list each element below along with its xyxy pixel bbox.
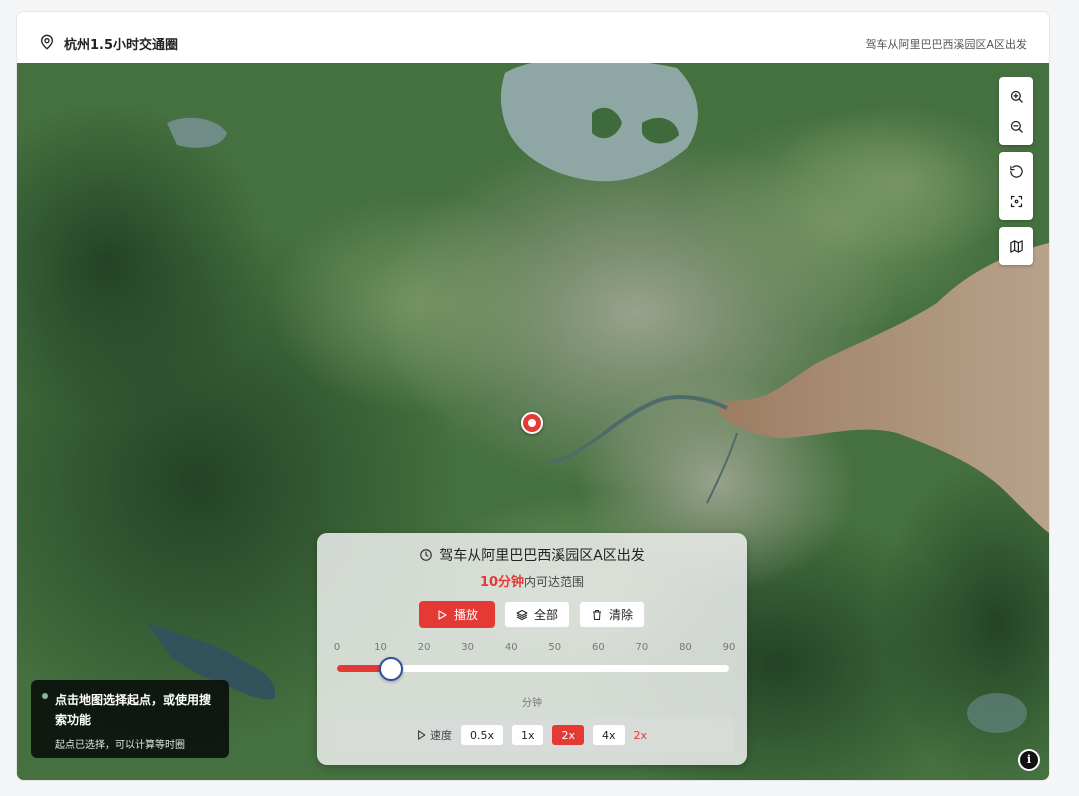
range-highlight: 10分钟 — [479, 575, 525, 590]
play-button-label: 播放 — [453, 608, 478, 622]
locate-icon — [1010, 195, 1022, 207]
speed-option-0.5x[interactable]: 0.5x — [460, 725, 503, 745]
map-layer-button[interactable] — [1002, 232, 1030, 260]
action-buttons: 播放 全部 清除 — [317, 601, 747, 628]
zoom-in-icon — [1010, 90, 1023, 103]
slider-tick-label: 80 — [679, 642, 692, 653]
hint-main: 点击地图选择起点，或使用搜索功能 — [55, 693, 212, 727]
info-icon: i — [1020, 751, 1038, 769]
layer-controls — [999, 227, 1033, 265]
map-pin-icon — [41, 34, 53, 50]
slider-tick-label: 40 — [504, 642, 518, 653]
show-all-button[interactable]: 全部 — [503, 601, 570, 628]
slider-tick-label: 10 — [374, 642, 387, 653]
header: 杭州1.5小时交通圈 驾车从阿里巴巴西溪园区A区出发 — [17, 12, 1049, 64]
origin-subtitle: 驾车从阿里巴巴西溪园区A区出发 — [865, 38, 1027, 51]
reset-button[interactable] — [1002, 157, 1030, 185]
view-controls — [999, 152, 1033, 220]
speed-option-1x[interactable]: 1x — [511, 725, 544, 745]
hint-tooltip: 点击地图选择起点，或使用搜索功能 起点已选择，可以计算等时圈 — [31, 680, 229, 758]
zoom-out-button[interactable] — [1002, 112, 1030, 140]
speed-label: 速度 — [417, 727, 452, 743]
slider-ticks: 0 10 20 30 40 50 60 70 80 90 — [333, 642, 736, 656]
map-icon — [1009, 239, 1023, 253]
app-card: 杭州1.5小时交通圈 驾车从阿里巴巴西溪园区A区出发 驾车从阿里巴巴西溪园区A区… — [16, 11, 1050, 781]
speed-option-4x[interactable]: 4x — [593, 725, 625, 745]
slider-tick-label: 60 — [591, 642, 605, 653]
zoom-out-icon — [1010, 120, 1023, 133]
isochrone-panel: 驾车从阿里巴巴西溪园区A区出发 10分钟内可达范围 播放 全部 清除 0 10 … — [317, 533, 747, 765]
show-all-button-label: 全部 — [533, 608, 558, 622]
play-icon — [438, 609, 447, 620]
play-button[interactable]: 播放 — [418, 601, 495, 628]
origin-marker-dot — [528, 419, 536, 427]
slider-tick-label: 0 — [333, 642, 341, 653]
slider-tick-label: 70 — [635, 642, 649, 653]
slider-tick-label: 30 — [461, 642, 475, 653]
clock-icon — [420, 549, 433, 561]
satellite-map[interactable]: 驾车从阿里巴巴西溪园区A区出发 10分钟内可达范围 播放 全部 清除 0 10 … — [17, 63, 1049, 780]
slider-tick-label: 50 — [548, 642, 562, 653]
hint-dot — [42, 693, 48, 699]
hint-sub: 起点已选择，可以计算等时圈 — [55, 740, 185, 751]
page-title: 杭州1.5小时交通圈 — [64, 38, 179, 53]
locate-button[interactable] — [1002, 187, 1030, 215]
play-icon-small — [417, 730, 426, 740]
current-speed: 2x — [633, 728, 648, 742]
reset-icon — [1009, 164, 1023, 178]
time-slider-thumb[interactable] — [378, 657, 403, 681]
range-suffix: 内可达范围 — [524, 575, 585, 589]
origin-marker[interactable] — [521, 412, 543, 434]
range-text: 10分钟内可达范围 — [317, 571, 747, 590]
speed-bar: 速度 0.5x 1x 2x 4x 2x — [329, 717, 735, 753]
info-button[interactable]: i — [1018, 749, 1040, 771]
panel-title: 驾车从阿里巴巴西溪园区A区出发 — [317, 545, 747, 565]
slider-unit: 分钟 — [522, 698, 542, 709]
clear-button[interactable]: 清除 — [579, 601, 646, 628]
speed-option-2x[interactable]: 2x — [552, 725, 584, 745]
zoom-in-button[interactable] — [1002, 82, 1030, 110]
zoom-controls — [999, 77, 1033, 145]
panel-title-text: 驾车从阿里巴巴西溪园区A区出发 — [439, 548, 645, 564]
trash-icon — [593, 609, 601, 620]
speed-label-text: 速度 — [429, 729, 452, 742]
slider-tick-label: 90 — [722, 642, 736, 653]
clear-button-label: 清除 — [609, 608, 634, 622]
layers-icon — [516, 609, 528, 620]
slider-tick-label: 20 — [417, 642, 431, 653]
